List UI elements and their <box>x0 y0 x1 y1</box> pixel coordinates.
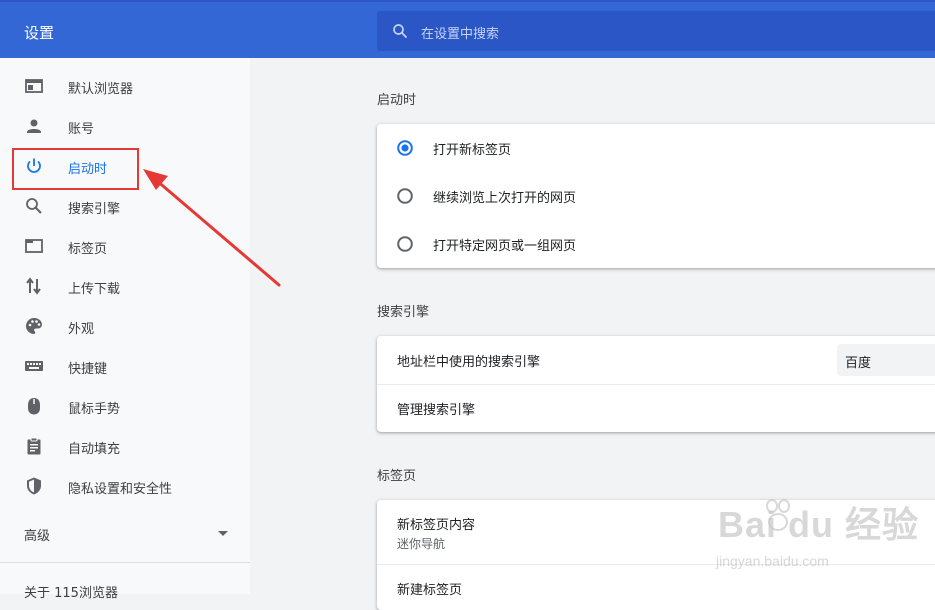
section-title-tabs: 标签页 <box>377 469 417 484</box>
sidebar-item-privacy-security[interactable]: 隐私设置和安全性 <box>0 468 250 504</box>
startup-option-new-tab[interactable]: 打开新标签页 <box>377 124 935 172</box>
radio-label: 打开新标签页 <box>433 143 512 158</box>
sidebar-item-label: 隐私设置和安全性 <box>68 482 173 497</box>
sidebar-advanced-toggle[interactable]: 高级 <box>0 517 250 553</box>
section-title-search-engine: 搜索引擎 <box>377 305 430 320</box>
section-title-startup: 启动时 <box>377 93 417 108</box>
search-engine-card: 地址栏中使用的搜索引擎 百度 管理搜索引擎 <box>377 336 935 432</box>
sidebar-item-account[interactable]: 账号 <box>0 108 250 144</box>
radio-label: 继续浏览上次打开的网页 <box>433 191 577 206</box>
sidebar: 默认浏览器 账号 启动时 搜索引擎 标签页 上传下载 外观 快捷键 鼠标手势 自… <box>0 58 250 601</box>
browser-window-icon <box>25 79 43 93</box>
startup-option-specific-pages[interactable]: 打开特定网页或一组网页 <box>377 220 935 268</box>
sidebar-item-label: 自动填充 <box>68 442 121 457</box>
sidebar-item-label: 鼠标手势 <box>68 402 121 417</box>
mouse-icon <box>28 398 40 415</box>
watermark-url: jingyan.baidu.com <box>716 553 829 569</box>
new-tab-content-value: 迷你导航 <box>397 537 446 551</box>
address-bar-engine-label: 地址栏中使用的搜索引擎 <box>397 355 541 370</box>
radio-checked-icon[interactable] <box>397 140 413 156</box>
startup-card: 打开新标签页 继续浏览上次打开的网页 打开特定网页或一组网页 <box>377 124 935 268</box>
search-icon <box>393 24 407 38</box>
address-bar-engine-row: 地址栏中使用的搜索引擎 百度 <box>377 336 935 384</box>
caret-down-icon <box>218 531 228 536</box>
sidebar-item-search-engine[interactable]: 搜索引擎 <box>0 188 250 224</box>
new-tab-label: 新建标签页 <box>397 583 463 598</box>
sidebar-divider <box>0 562 250 563</box>
sidebar-item-label: 标签页 <box>68 242 108 257</box>
sidebar-item-shortcuts[interactable]: 快捷键 <box>0 348 250 384</box>
palette-icon <box>26 318 42 334</box>
shield-icon <box>27 477 41 495</box>
upload-download-icon <box>26 277 41 295</box>
search-input[interactable]: 在设置中搜索 <box>421 23 499 42</box>
keyboard-icon <box>25 361 43 371</box>
manage-search-engines-row[interactable]: 管理搜索引擎 <box>377 385 935 432</box>
sidebar-item-default-browser[interactable]: 默认浏览器 <box>0 68 250 104</box>
sidebar-item-label: 账号 <box>68 122 95 137</box>
clipboard-icon <box>27 437 41 455</box>
sidebar-item-tabs[interactable]: 标签页 <box>0 228 250 264</box>
sidebar-item-appearance[interactable]: 外观 <box>0 308 250 344</box>
startup-option-continue[interactable]: 继续浏览上次打开的网页 <box>377 172 935 220</box>
search-engine-select-value: 百度 <box>845 356 872 371</box>
sidebar-item-label: 快捷键 <box>68 362 108 377</box>
sidebar-item-about[interactable]: 关于 115浏览器 <box>24 582 118 601</box>
annotation-highlight-box <box>12 148 139 190</box>
sidebar-item-mouse-gestures[interactable]: 鼠标手势 <box>0 388 250 424</box>
sidebar-item-autofill[interactable]: 自动填充 <box>0 428 250 464</box>
sidebar-item-label: 搜索引擎 <box>68 202 121 217</box>
sidebar-item-label: 上传下载 <box>68 282 121 297</box>
advanced-label: 高级 <box>24 529 51 544</box>
sidebar-item-label: 默认浏览器 <box>68 82 134 97</box>
radio-label: 打开特定网页或一组网页 <box>433 239 577 254</box>
new-tab-row[interactable]: 新建标签页 <box>377 565 935 610</box>
person-icon <box>27 119 41 133</box>
radio-unchecked-icon[interactable] <box>397 236 413 252</box>
page-title: 设置 <box>24 24 55 42</box>
watermark-text: Bai du 经验 <box>718 504 920 545</box>
manage-search-engines-label: 管理搜索引擎 <box>397 403 476 418</box>
new-tab-content-label: 新标签页内容 <box>397 518 476 533</box>
search-engine-select[interactable]: 百度 <box>837 344 935 376</box>
settings-header: 设置 在设置中搜索 <box>0 0 935 58</box>
search-box[interactable]: 在设置中搜索 <box>377 11 935 51</box>
sidebar-item-label: 外观 <box>68 322 95 337</box>
sidebar-item-upload-download[interactable]: 上传下载 <box>0 268 250 304</box>
radio-unchecked-icon[interactable] <box>397 188 413 204</box>
tab-icon <box>25 239 43 253</box>
search-icon <box>26 198 42 214</box>
